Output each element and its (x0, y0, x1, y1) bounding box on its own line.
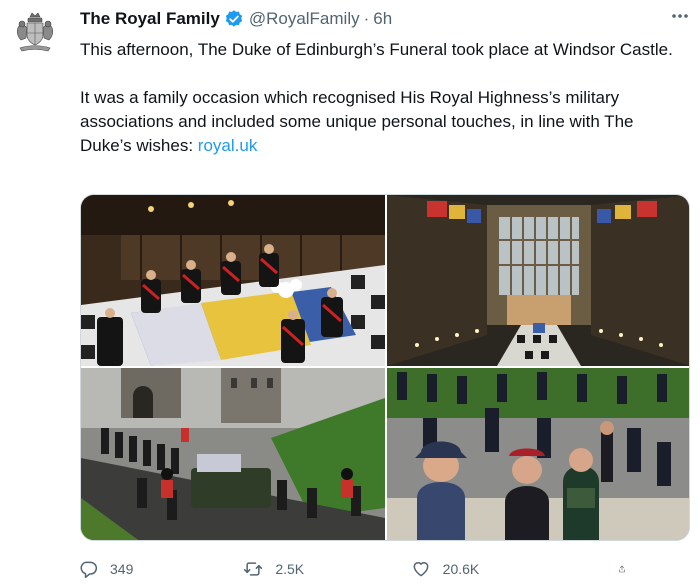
tweet-paragraph-text: It was a family occasion which recognise… (80, 88, 634, 155)
timestamp[interactable]: 6h (373, 9, 392, 29)
share-icon (619, 565, 625, 573)
reply-button[interactable]: 349 (78, 559, 237, 579)
photo-chapel-interior[interactable] (387, 195, 689, 366)
retweet-count: 2.5K (275, 561, 305, 577)
media-grid (80, 194, 690, 541)
more-options-button[interactable] (668, 4, 692, 28)
tweet-paragraph: This afternoon, The Duke of Edinburgh’s … (80, 40, 673, 59)
like-icon (413, 562, 429, 577)
photo-family-walking[interactable] (387, 368, 689, 540)
tweet[interactable]: The Royal Family @RoyalFamily · 6h This … (0, 0, 700, 587)
more-options-icon (672, 14, 688, 18)
share-button[interactable] (618, 559, 638, 579)
reply-icon (80, 561, 98, 579)
separator-dot: · (363, 9, 370, 28)
tweet-text: This afternoon, The Duke of Edinburgh’s … (80, 38, 685, 182)
like-count: 20.6K (442, 561, 480, 577)
avatar[interactable] (10, 8, 60, 58)
handle[interactable]: @RoyalFamily (249, 9, 360, 29)
photo-procession-image (81, 368, 385, 540)
royal-crest-icon (16, 12, 54, 52)
like-button[interactable]: 20.6K (411, 559, 570, 579)
tweet-paragraph: It was a family occasion which recognise… (80, 86, 685, 158)
retweet-button[interactable]: 2.5K (243, 559, 402, 579)
reply-count: 349 (110, 561, 134, 577)
verified-badge-icon (225, 10, 242, 27)
photo-family-walking-image (387, 368, 689, 540)
photo-procession[interactable] (81, 368, 385, 540)
photo-coffin-bearers-image (81, 195, 385, 366)
tweet-header: The Royal Family @RoyalFamily · 6h (80, 8, 392, 30)
action-bar: 349 2.5K 20.6K (78, 557, 638, 581)
photo-coffin-bearers[interactable] (81, 195, 385, 366)
display-name[interactable]: The Royal Family (80, 9, 220, 29)
retweet-icon (244, 562, 263, 576)
royal-uk-link[interactable]: royal.uk (198, 136, 258, 155)
photo-chapel-interior-image (387, 195, 689, 366)
